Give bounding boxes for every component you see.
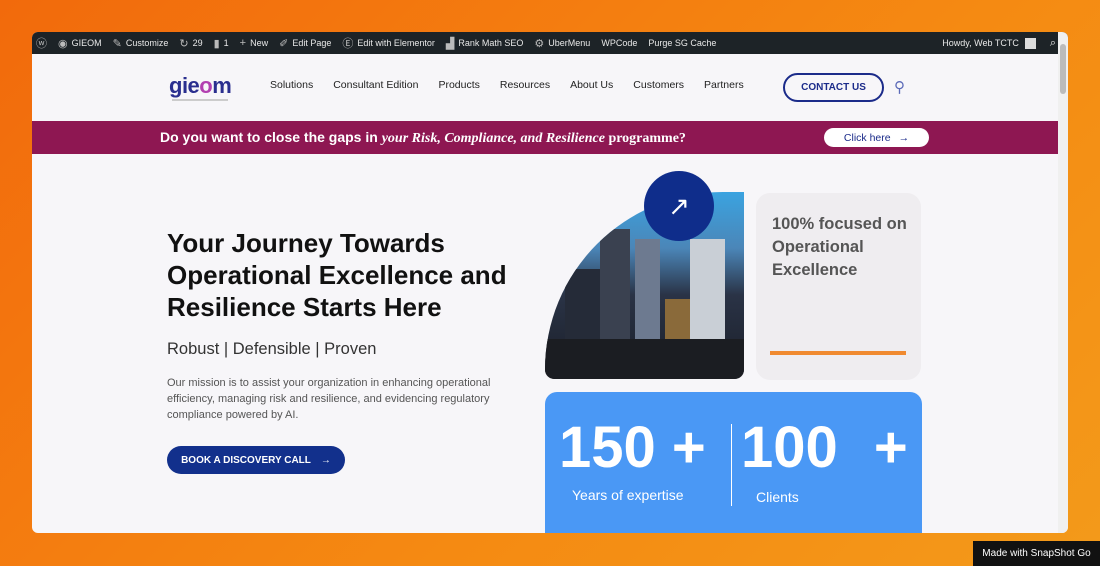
nav-about-us[interactable]: About Us bbox=[570, 79, 613, 91]
refresh-icon: ↻ bbox=[179, 37, 189, 50]
stats-panel: 150 + Years of expertise 100 + Clients bbox=[545, 392, 922, 533]
banner-text: Do you want to close the gaps in bbox=[160, 129, 382, 145]
admin-wordpress[interactable]: ⓦ bbox=[36, 35, 47, 51]
label: Edit Page bbox=[292, 38, 332, 48]
nav-consultant-edition[interactable]: Consultant Edition bbox=[333, 79, 418, 91]
howdy-user[interactable]: Howdy, Web TCTC bbox=[942, 38, 1019, 48]
click-here-button[interactable]: Click here → bbox=[824, 128, 929, 147]
admin-rankmath[interactable]: ▟ Rank Math SEO bbox=[446, 37, 524, 50]
rankmath-icon: ▟ bbox=[445, 37, 455, 50]
city-skyline-image bbox=[545, 192, 744, 379]
nav-partners[interactable]: Partners bbox=[704, 79, 744, 91]
focus-text: 100% focused on Operational Excellence bbox=[772, 215, 907, 279]
gear-icon: ⚙ bbox=[534, 37, 545, 50]
search-icon[interactable]: ⌕ bbox=[1050, 37, 1056, 50]
admin-edit-page[interactable]: ✐ Edit Page bbox=[279, 37, 331, 50]
gieom-logo[interactable]: gieom bbox=[169, 73, 232, 99]
hero-tagline: Robust | Defensible | Proven bbox=[167, 340, 377, 358]
admin-new[interactable]: + New bbox=[240, 37, 268, 49]
admin-updates[interactable]: ↻ 29 bbox=[179, 37, 202, 50]
banner-text-end: programme? bbox=[604, 131, 686, 146]
label: Rank Math SEO bbox=[458, 38, 524, 48]
arrow-right-icon: → bbox=[320, 454, 331, 466]
admin-site[interactable]: ◉ GIEOM bbox=[58, 37, 102, 50]
label: 29 bbox=[192, 38, 203, 48]
stat-clients-label: Clients bbox=[756, 489, 799, 505]
label: GIEOM bbox=[71, 38, 102, 48]
dashboard-icon: ◉ bbox=[58, 37, 68, 50]
admin-elementor[interactable]: Ⓔ Edit with Elementor bbox=[342, 35, 435, 51]
hero-title: Your Journey Towards Operational Excelle… bbox=[167, 228, 507, 322]
stat-years-value: 150 + bbox=[559, 415, 706, 480]
stat-clients-value: 100 + bbox=[741, 415, 908, 480]
label: BOOK A DISCOVERY CALL bbox=[181, 454, 311, 466]
main-nav: Solutions Consultant Edition Products Re… bbox=[270, 79, 744, 91]
browser-window: ⓦ ◉ GIEOM ✎ Customize ↻ 29 ▮ 1 + New ✐ Edit Pa… bbox=[32, 32, 1068, 533]
promo-banner: Do you want to close the gaps in your Ri… bbox=[32, 121, 1058, 154]
label: UberMenu bbox=[548, 38, 591, 48]
wordpress-icon: ⓦ bbox=[36, 38, 47, 50]
scrollbar[interactable] bbox=[1058, 32, 1068, 533]
comment-icon: ▮ bbox=[213, 37, 220, 50]
nav-resources[interactable]: Resources bbox=[500, 79, 550, 91]
label: Click here bbox=[843, 131, 891, 144]
label: WPCode bbox=[601, 38, 638, 48]
avatar[interactable] bbox=[1024, 37, 1036, 49]
watermark: Made with SnapShot Go bbox=[973, 541, 1100, 566]
plus-icon: + bbox=[239, 37, 247, 49]
label: Customize bbox=[125, 38, 169, 48]
brush-icon: ✎ bbox=[112, 37, 122, 50]
focus-card: 100% focused on Operational Excellence bbox=[756, 193, 921, 380]
pencil-icon: ✐ bbox=[279, 37, 289, 50]
logo-subline bbox=[172, 99, 228, 101]
wp-admin-bar: ⓦ ◉ GIEOM ✎ Customize ↻ 29 ▮ 1 + New ✐ Edit Pa… bbox=[32, 32, 1068, 54]
mission-text: Our mission is to assist your organizati… bbox=[167, 377, 491, 421]
arrow-right-icon: → bbox=[898, 131, 910, 144]
admin-purge-cache[interactable]: Purge SG Cache bbox=[648, 38, 716, 48]
nav-solutions[interactable]: Solutions bbox=[270, 79, 313, 91]
search-icon[interactable]: ⚲ bbox=[894, 78, 905, 96]
scrollbar-thumb[interactable] bbox=[1060, 44, 1066, 94]
label: Purge SG Cache bbox=[648, 38, 717, 48]
accent-bar bbox=[770, 351, 906, 355]
divider bbox=[731, 424, 732, 506]
label: 1 bbox=[223, 38, 229, 48]
admin-customize[interactable]: ✎ Customize bbox=[113, 37, 169, 50]
nav-customers[interactable]: Customers bbox=[633, 79, 684, 91]
admin-wpcode[interactable]: WPCode bbox=[601, 38, 637, 48]
elementor-icon: Ⓔ bbox=[342, 38, 354, 50]
nav-products[interactable]: Products bbox=[438, 79, 479, 91]
stat-years-label: Years of expertise bbox=[572, 487, 684, 503]
admin-comments[interactable]: ▮ 1 bbox=[214, 37, 229, 50]
label: New bbox=[250, 38, 269, 48]
banner-emphasis: your Risk, Compliance, and Resilience bbox=[381, 131, 605, 146]
admin-ubermenu[interactable]: ⚙ UberMenu bbox=[534, 37, 590, 50]
label: Edit with Elementor bbox=[357, 38, 435, 48]
trending-up-icon: ↗ bbox=[644, 171, 714, 241]
contact-us-button[interactable]: CONTACT US bbox=[783, 73, 884, 102]
book-discovery-call-button[interactable]: BOOK A DISCOVERY CALL → bbox=[167, 446, 345, 474]
